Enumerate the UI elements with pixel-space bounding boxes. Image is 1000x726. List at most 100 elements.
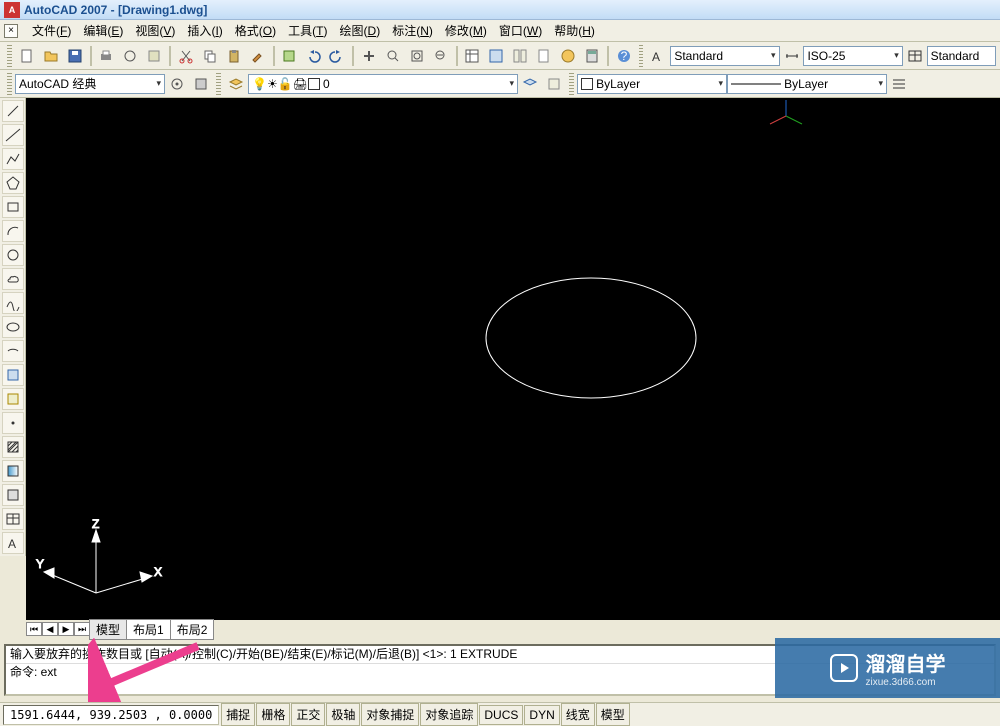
plot-preview-button[interactable] [119, 45, 141, 67]
tab-first-button[interactable]: ⏮ [26, 622, 42, 636]
gradient-tool[interactable] [2, 460, 24, 482]
spline-tool[interactable] [2, 292, 24, 314]
open-button[interactable] [40, 45, 62, 67]
menu-modify[interactable]: 修改(M) [439, 20, 493, 41]
layer-manager-button[interactable] [225, 73, 247, 95]
document-close-button[interactable]: × [4, 24, 18, 38]
menu-window[interactable]: 窗口(W) [493, 20, 548, 41]
new-button[interactable] [16, 45, 38, 67]
table-tool[interactable] [2, 508, 24, 530]
menu-edit[interactable]: 编辑(E) [77, 20, 129, 41]
tab-next-button[interactable]: ▶ [58, 622, 74, 636]
menu-file[interactable]: 文件(F) [26, 20, 77, 41]
line-tool[interactable] [2, 100, 24, 122]
layer-state-button[interactable] [543, 73, 565, 95]
coords-field[interactable]: 1591.6444, 939.2503 , 0.0000 [3, 705, 219, 725]
insert-block-tool[interactable] [2, 364, 24, 386]
workspace-settings-button[interactable] [166, 73, 188, 95]
grid-toggle[interactable]: 栅格 [256, 703, 290, 726]
quickcalc-button[interactable] [581, 45, 603, 67]
hatch-tool[interactable] [2, 436, 24, 458]
osnap-toggle[interactable]: 对象捕捉 [361, 703, 419, 726]
watermark-badge: 溜溜自学 zixue.3d66.com [775, 638, 1000, 698]
zoom-window-button[interactable] [406, 45, 428, 67]
lwt-toggle[interactable]: 线宽 [561, 703, 595, 726]
publish-button[interactable] [143, 45, 165, 67]
circle-tool[interactable] [2, 244, 24, 266]
block-editor-button[interactable] [279, 45, 301, 67]
workspace-dropdown[interactable]: AutoCAD 经典▾ [15, 74, 165, 94]
menu-dimension[interactable]: 标注(N) [386, 20, 439, 41]
revcloud-tool[interactable] [2, 268, 24, 290]
rectangle-tool[interactable] [2, 196, 24, 218]
cut-button[interactable] [175, 45, 197, 67]
copy-button[interactable] [199, 45, 221, 67]
menu-insert[interactable]: 插入(I) [181, 20, 228, 41]
model-viewport[interactable]: Z X Y [26, 98, 1000, 620]
color-dropdown[interactable]: ByLayer▾ [577, 74, 727, 94]
layer-dropdown[interactable]: 💡 ☀ 🔓 🖨 0▾ [248, 74, 518, 94]
arc-tool[interactable] [2, 220, 24, 242]
zoom-realtime-button[interactable] [382, 45, 404, 67]
toolbar-grip[interactable] [216, 73, 221, 95]
tab-layout1[interactable]: 布局1 [126, 619, 171, 640]
otrack-toggle[interactable]: 对象追踪 [420, 703, 478, 726]
dimstyle-button[interactable] [781, 45, 803, 67]
save-button[interactable] [64, 45, 86, 67]
polyline-tool[interactable] [2, 148, 24, 170]
print-button[interactable] [96, 45, 118, 67]
view-cube-axes [770, 100, 802, 124]
toolpalette-button[interactable] [509, 45, 531, 67]
point-tool[interactable] [2, 412, 24, 434]
lineweight-button[interactable] [888, 73, 910, 95]
tab-last-button[interactable]: ⏭ [74, 622, 90, 636]
help-button[interactable]: ? [613, 45, 635, 67]
polar-toggle[interactable]: 极轴 [326, 703, 360, 726]
tab-model[interactable]: 模型 [89, 619, 127, 640]
tab-prev-button[interactable]: ◀ [42, 622, 58, 636]
markup-button[interactable] [557, 45, 579, 67]
ellipse-tool[interactable] [2, 316, 24, 338]
ducs-toggle[interactable]: DUCS [479, 705, 523, 725]
toolbar-grip[interactable] [569, 73, 574, 95]
tablestyle-dropdown[interactable]: Standard [927, 46, 997, 66]
layer-previous-button[interactable] [519, 73, 541, 95]
workspace-save-button[interactable] [190, 73, 212, 95]
model-toggle[interactable]: 模型 [596, 703, 630, 726]
matchprop-button[interactable] [247, 45, 269, 67]
region-tool[interactable] [2, 484, 24, 506]
paste-button[interactable] [223, 45, 245, 67]
toolbar-grip[interactable] [7, 73, 12, 95]
toolbar-grip[interactable] [7, 45, 12, 67]
menu-help[interactable]: 帮助(H) [548, 20, 601, 41]
textstyle-dropdown[interactable]: Standard▾ [670, 46, 779, 66]
properties-button[interactable] [462, 45, 484, 67]
workspace-layer-toolbar: AutoCAD 经典▾ 💡 ☀ 🔓 🖨 0▾ ByLayer▾ ByLayer▾ [0, 70, 1000, 98]
menu-view[interactable]: 视图(V) [129, 20, 181, 41]
pan-button[interactable] [358, 45, 380, 67]
textstyle-button[interactable]: A [647, 45, 669, 67]
make-block-tool[interactable] [2, 388, 24, 410]
tablestyle-button[interactable] [904, 45, 926, 67]
undo-button[interactable] [302, 45, 324, 67]
snap-toggle[interactable]: 捕捉 [221, 703, 255, 726]
xline-tool[interactable] [2, 124, 24, 146]
designcenter-button[interactable] [485, 45, 507, 67]
zoom-previous-button[interactable] [430, 45, 452, 67]
layer-color-swatch [308, 78, 320, 90]
dyn-toggle[interactable]: DYN [524, 705, 559, 725]
standard-toolbar: ? A Standard▾ ISO-25▾ Standard [0, 42, 1000, 70]
ellipse-arc-tool[interactable] [2, 340, 24, 362]
mtext-tool[interactable]: A [2, 532, 24, 554]
ortho-toggle[interactable]: 正交 [291, 703, 325, 726]
dimstyle-dropdown[interactable]: ISO-25▾ [803, 46, 902, 66]
tab-layout2[interactable]: 布局2 [170, 619, 215, 640]
redo-button[interactable] [326, 45, 348, 67]
sheetset-button[interactable] [533, 45, 555, 67]
menu-draw[interactable]: 绘图(D) [334, 20, 387, 41]
linetype-dropdown[interactable]: ByLayer▾ [727, 74, 887, 94]
toolbar-grip[interactable] [639, 45, 644, 67]
menu-tools[interactable]: 工具(T) [282, 20, 333, 41]
polygon-tool[interactable] [2, 172, 24, 194]
menu-format[interactable]: 格式(O) [229, 20, 282, 41]
